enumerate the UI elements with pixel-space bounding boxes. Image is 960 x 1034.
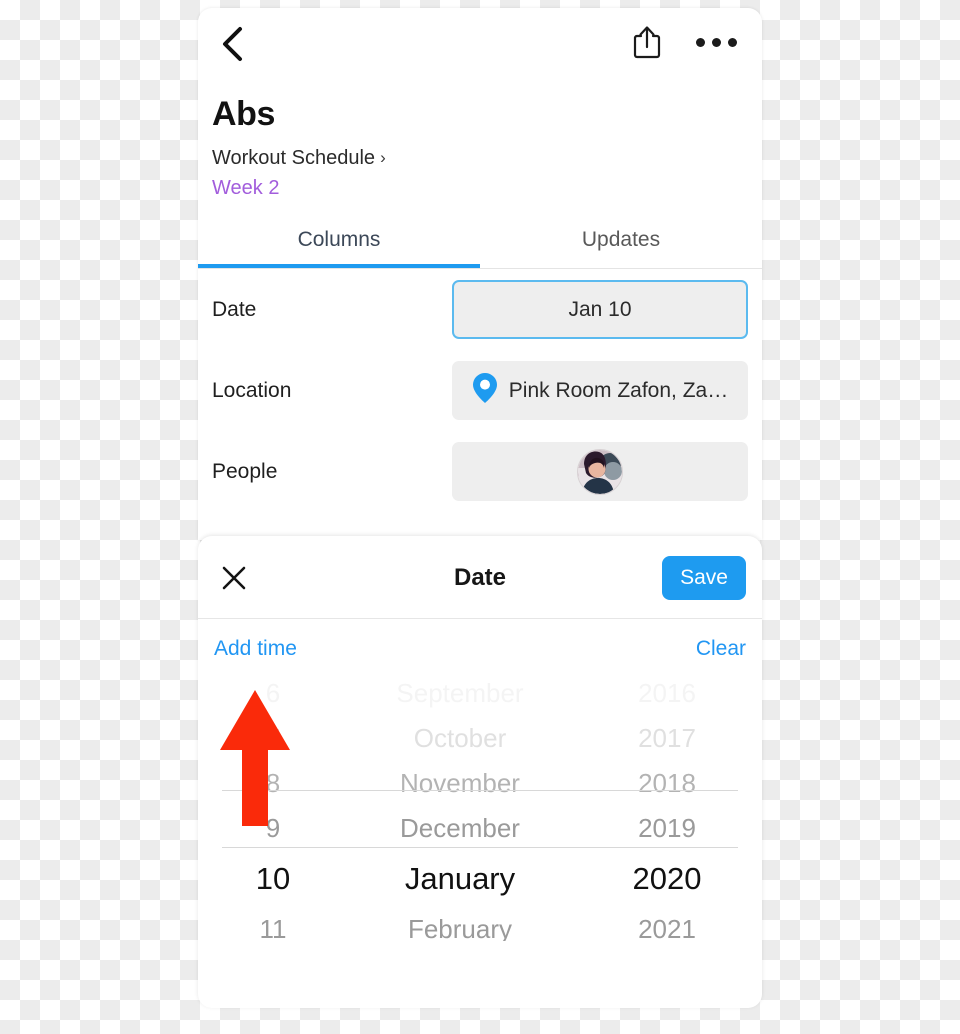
item-detail-card: Abs Workout Schedule › Week 2 Columns Up… — [198, 8, 762, 540]
page-title: Abs — [212, 95, 276, 133]
field-label: People — [212, 459, 278, 483]
field-row-people: People — [212, 431, 748, 512]
sheet-actions: Add time Clear — [198, 619, 762, 661]
more-dot — [711, 37, 721, 47]
day-option[interactable]: 10 — [256, 851, 290, 907]
selection-band-top — [222, 790, 738, 791]
more-horizontal-icon[interactable] — [688, 18, 744, 66]
day-option[interactable]: 11 — [260, 907, 287, 941]
tab-updates[interactable]: Updates — [480, 218, 762, 268]
breadcrumb-label: Workout Schedule — [212, 147, 376, 169]
more-dot — [695, 37, 705, 47]
title-block: Abs Workout Schedule › Week 2 — [198, 94, 762, 202]
clear-button[interactable]: Clear — [696, 637, 746, 661]
year-option[interactable]: 2016 — [638, 671, 696, 716]
navigation-bar — [198, 8, 762, 80]
month-option[interactable]: January — [405, 851, 515, 907]
month-option[interactable]: October — [414, 716, 507, 761]
month-wheel[interactable]: September October November December January F… — [348, 671, 572, 941]
more-dot — [727, 37, 737, 47]
share-icon[interactable] — [623, 16, 671, 68]
year-option[interactable]: 2021 — [638, 907, 696, 941]
sheet-header: Date Save — [198, 536, 762, 618]
month-option[interactable]: September — [396, 671, 523, 716]
year-option[interactable]: 2020 — [633, 851, 702, 907]
save-button[interactable]: Save — [662, 556, 746, 600]
month-option[interactable]: February — [408, 907, 512, 941]
field-label: Location — [212, 378, 292, 402]
add-time-button[interactable]: Add time — [214, 637, 297, 661]
month-option[interactable]: December — [400, 806, 520, 851]
field-list: Date Jan 10 Location Pink Room Zafon, Za… — [198, 269, 762, 512]
active-tab-indicator — [198, 264, 480, 268]
chevron-right-icon: › — [380, 148, 386, 167]
map-pin-icon — [472, 372, 498, 410]
tab-columns[interactable]: Columns — [198, 218, 480, 268]
breadcrumb[interactable]: Workout Schedule › — [212, 144, 748, 172]
red-up-arrow-annotation — [218, 688, 292, 828]
field-row-date: Date Jan 10 — [212, 269, 748, 350]
location-value-text: Pink Room Zafon, Za… — [508, 378, 729, 402]
tab-bar: Columns Updates — [198, 218, 762, 268]
date-field-value[interactable]: Jan 10 — [452, 280, 748, 339]
location-field-value[interactable]: Pink Room Zafon, Za… — [452, 361, 748, 420]
field-row-location: Location Pink Room Zafon, Za… — [212, 350, 748, 431]
phone-screen: Abs Workout Schedule › Week 2 Columns Up… — [198, 8, 762, 1008]
year-option[interactable]: 2017 — [638, 716, 696, 761]
year-option[interactable]: 2019 — [638, 806, 696, 851]
avatar[interactable] — [577, 448, 623, 495]
year-option[interactable]: 2018 — [638, 761, 696, 806]
date-value-text: Jan 10 — [568, 297, 632, 321]
month-option[interactable]: November — [400, 761, 520, 806]
field-label: Date — [212, 297, 257, 321]
subgroup-label: Week 2 — [212, 177, 280, 199]
year-wheel[interactable]: 201620172018201920202021202220232024 — [572, 671, 762, 941]
people-field-value[interactable] — [452, 442, 748, 501]
back-icon[interactable] — [210, 22, 254, 66]
selection-band-bottom — [222, 847, 738, 848]
